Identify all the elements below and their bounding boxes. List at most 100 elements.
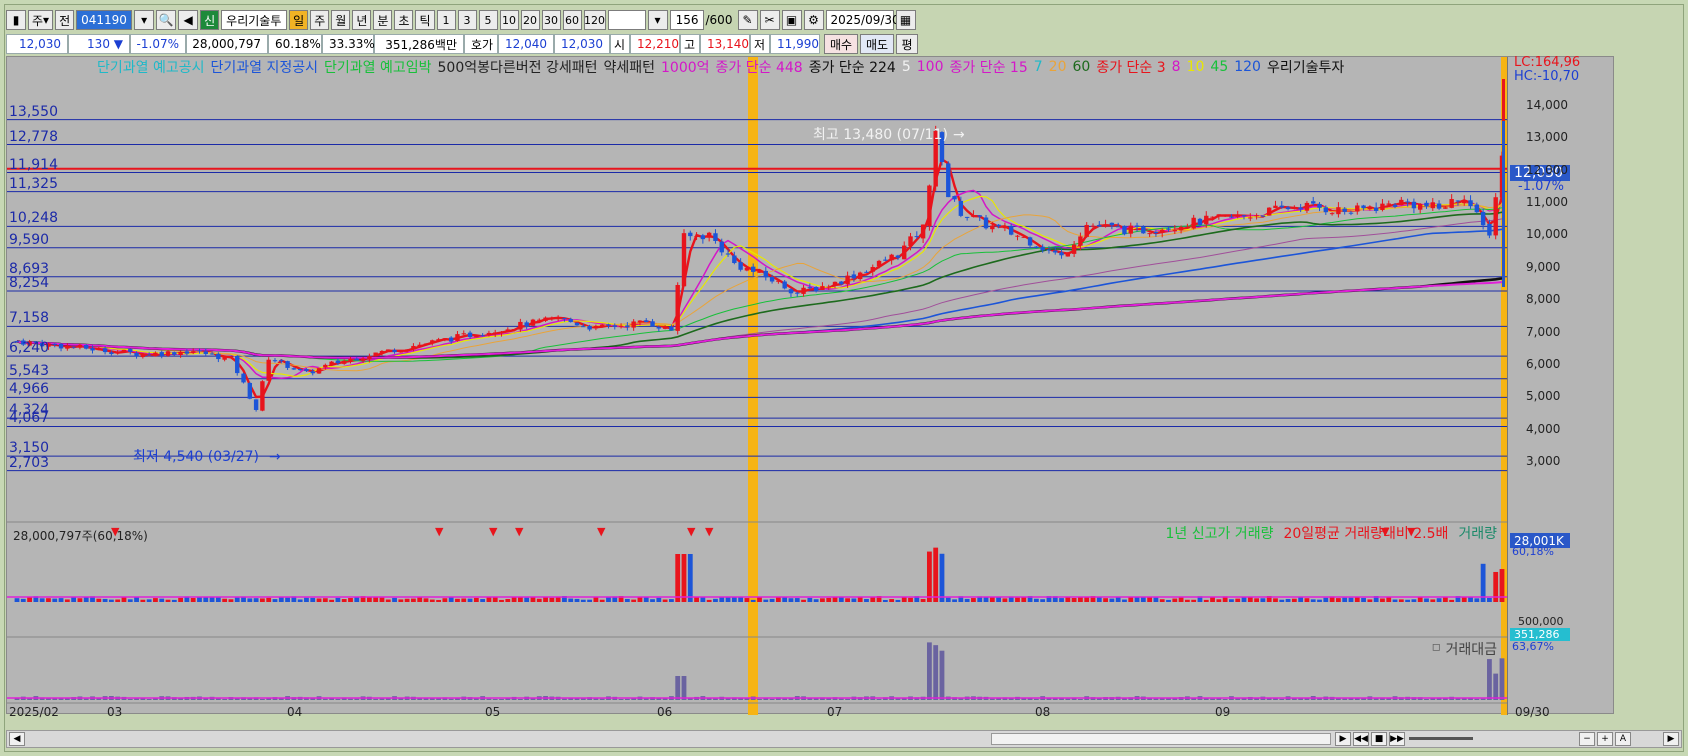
candle-body[interactable]	[291, 368, 297, 370]
candle-body[interactable]	[379, 350, 385, 353]
candle-body[interactable]	[883, 259, 888, 261]
candle-body[interactable]	[908, 236, 913, 246]
candle-body[interactable]	[1260, 215, 1266, 217]
candle-body[interactable]	[367, 356, 372, 360]
tab-weekly[interactable]: 주	[310, 10, 330, 30]
candle-body[interactable]	[688, 232, 693, 237]
candle-body[interactable]	[587, 325, 592, 330]
candle-body[interactable]	[1462, 200, 1467, 204]
candle-body[interactable]	[738, 262, 743, 270]
candle-body[interactable]	[751, 266, 756, 272]
candle-body[interactable]	[889, 254, 894, 261]
date-input[interactable]: 2025/09/30	[825, 10, 900, 30]
candle-body[interactable]	[297, 369, 303, 371]
candle-body[interactable]	[1493, 197, 1498, 236]
candle-body[interactable]	[134, 352, 139, 357]
count-input[interactable]: 156	[669, 10, 704, 30]
candle-body[interactable]	[1304, 202, 1310, 211]
candle-body[interactable]	[1015, 235, 1020, 237]
candle-body[interactable]	[253, 399, 259, 410]
candle-body[interactable]	[1002, 227, 1008, 229]
candle-body[interactable]	[511, 329, 517, 331]
tab-daily[interactable]: 일	[289, 10, 309, 30]
save-icon[interactable]: ▣	[781, 10, 802, 30]
candle-body[interactable]	[518, 321, 523, 330]
candle-body[interactable]	[1153, 232, 1159, 234]
zoom-in-button[interactable]: +	[1597, 732, 1613, 746]
candle-body[interactable]	[694, 235, 699, 237]
candle-body[interactable]	[1367, 207, 1373, 210]
candle-body[interactable]	[442, 338, 448, 340]
candle-body[interactable]	[1122, 225, 1127, 235]
candle-body[interactable]	[348, 358, 353, 362]
candle-body[interactable]	[197, 350, 202, 352]
candle-body[interactable]	[669, 326, 674, 331]
candle-body[interactable]	[1342, 208, 1347, 212]
calendar-icon[interactable]: ▦	[895, 10, 916, 30]
candle-body[interactable]	[625, 325, 630, 328]
candle-body[interactable]	[209, 353, 215, 355]
candle-body[interactable]	[1034, 246, 1039, 248]
scroll-thumb[interactable]	[991, 733, 1331, 745]
candle-body[interactable]	[839, 281, 844, 285]
candle-body[interactable]	[876, 260, 882, 267]
tab-second[interactable]: 초	[394, 10, 414, 30]
play-forward-button[interactable]: ▶	[1335, 732, 1351, 746]
candle-body[interactable]	[1210, 216, 1215, 218]
search-icon[interactable]: 🔍	[156, 10, 177, 30]
candle-body[interactable]	[1229, 216, 1234, 218]
candle-body[interactable]	[1027, 237, 1033, 246]
candle-body[interactable]	[1241, 215, 1247, 217]
candle-body[interactable]	[1040, 246, 1045, 251]
candle-body[interactable]	[486, 332, 492, 336]
gear-icon[interactable]: ⚙	[803, 10, 824, 30]
candle-body[interactable]	[1336, 207, 1341, 215]
candle-body[interactable]	[1071, 244, 1077, 254]
candle-body[interactable]	[713, 233, 718, 241]
candle-body[interactable]	[71, 346, 76, 348]
candle-body[interactable]	[467, 332, 473, 337]
candle-body[interactable]	[977, 215, 982, 217]
candle-body[interactable]	[1392, 204, 1398, 207]
step-back-button[interactable]: ◀◀	[1353, 732, 1369, 746]
candle-body[interactable]	[675, 284, 680, 331]
candle-body[interactable]	[845, 275, 850, 285]
candle-body[interactable]	[1172, 230, 1177, 232]
candle-body[interactable]	[637, 320, 643, 323]
candle-body[interactable]	[109, 352, 114, 355]
candle-body[interactable]	[335, 360, 341, 364]
candle-body[interactable]	[448, 337, 454, 342]
candle-body[interactable]	[530, 319, 536, 326]
tab-yearly[interactable]: 년	[352, 10, 372, 30]
candle-body[interactable]	[568, 319, 573, 323]
candle-body[interactable]	[417, 344, 422, 347]
candle-body[interactable]	[146, 354, 152, 356]
candle-body[interactable]	[1266, 207, 1272, 216]
right-price-axis[interactable]: LC:164,96 HC:-10,70 12,030 -1.07% 28,001…	[1502, 55, 1613, 715]
minute-1[interactable]: 1	[436, 10, 456, 30]
period-select[interactable]: 주 ▾	[28, 10, 54, 30]
candle-body[interactable]	[241, 373, 246, 383]
candle-body[interactable]	[1103, 224, 1108, 227]
candle-body[interactable]	[1147, 233, 1152, 235]
candle-body[interactable]	[971, 215, 976, 217]
candle-body[interactable]	[1160, 229, 1165, 233]
candle-body[interactable]	[732, 255, 737, 263]
chart-svg[interactable]: ▼ ▼ ▼ ▼ ▼ ▼ ▼ ▼ ▼ 최고 13,480 (07/11) → 최저 4,540 (…	[7, 57, 1507, 715]
candle-body[interactable]	[159, 352, 164, 357]
candle-body[interactable]	[618, 325, 624, 327]
candle-body[interactable]	[1185, 227, 1190, 229]
candle-body[interactable]	[1380, 203, 1385, 210]
flat-button[interactable]: 평	[896, 34, 918, 54]
step-forward-button[interactable]: ▶▶	[1389, 732, 1405, 746]
candle-body[interactable]	[65, 345, 70, 349]
candle-body[interactable]	[404, 349, 410, 352]
candle-body[interactable]	[1065, 252, 1071, 257]
candle-body[interactable]	[1348, 212, 1354, 214]
candle-body[interactable]	[656, 326, 662, 329]
candle-body[interactable]	[795, 292, 800, 294]
scroll-right-button[interactable]: ▶	[1663, 732, 1679, 746]
candle-body[interactable]	[1115, 226, 1121, 228]
code-dropdown-icon[interactable]: ▾	[134, 10, 155, 30]
candle-body[interactable]	[1311, 201, 1316, 204]
